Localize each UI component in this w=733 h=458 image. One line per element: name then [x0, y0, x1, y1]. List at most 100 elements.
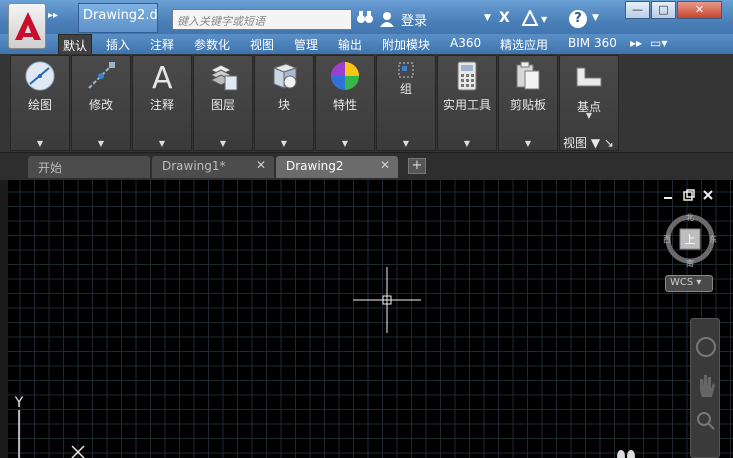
ribbon-group-label: 特性 — [332, 98, 357, 112]
draw-icon — [25, 61, 55, 91]
chevron-down-icon[interactable]: ▼ — [72, 139, 130, 148]
exchange-apps-icon[interactable]: X — [499, 10, 510, 26]
ucs-y-label: Y — [14, 395, 24, 411]
ribbon-group-block[interactable]: 块 ▼ — [254, 55, 314, 151]
more-tabs-icon[interactable]: ▸▸ — [626, 34, 646, 54]
quick-access-expand-icon[interactable]: ▸▸ — [48, 10, 58, 21]
chevron-down-icon[interactable]: ▼ — [194, 139, 252, 148]
clipboard-icon — [516, 61, 540, 90]
document-title: Drawing2.d... — [78, 3, 158, 33]
ucs-icon: Y — [14, 395, 85, 458]
compass-north-label: 北 — [686, 213, 694, 222]
help-dropdown-icon[interactable]: ▼ — [592, 13, 599, 23]
chevron-down-icon[interactable]: ▼ — [377, 139, 435, 148]
ribbon-group-label: 图层 — [210, 98, 235, 112]
doc-tab-label: 开始 — [38, 161, 63, 175]
tab-a360[interactable]: A360 — [446, 34, 485, 54]
tab-addins[interactable]: 附加模块 — [378, 34, 434, 54]
block-icon — [272, 63, 298, 89]
application-menu-button[interactable] — [8, 3, 46, 49]
tab-output[interactable]: 输出 — [334, 34, 366, 54]
navigation-bar — [690, 318, 720, 458]
status-grip-icon — [617, 450, 635, 458]
canvas-border — [0, 180, 8, 458]
ribbon-group-group[interactable]: 组 ▼ — [376, 55, 436, 151]
svg-text:▼: ▼ — [541, 15, 548, 24]
ribbon-group-label: 修改 — [88, 98, 113, 112]
pan-hand-icon[interactable] — [700, 375, 715, 397]
help-icon[interactable]: ? — [569, 10, 587, 28]
wcs-label: WCS — [670, 277, 694, 288]
compass-east-label: 东 — [709, 234, 717, 244]
autocad-logo-icon — [15, 12, 41, 40]
chevron-down-icon[interactable]: ▼ — [499, 139, 557, 148]
close-icon[interactable]: ✕ — [256, 158, 266, 172]
tab-default[interactable]: 默认 — [58, 34, 93, 54]
chevron-down-icon[interactable]: ▼ — [11, 139, 69, 148]
viewcube-top-label: 上 — [685, 233, 696, 246]
tab-manage[interactable]: 管理 — [290, 34, 322, 54]
ribbon-group-clipboard[interactable]: 剪贴板 ▼ — [498, 55, 558, 151]
user-icon — [380, 11, 394, 27]
doc-tab-drawing2[interactable]: Drawing2 ✕ — [276, 156, 398, 178]
chevron-down-icon[interactable]: ▼ — [255, 139, 313, 148]
chevron-down-icon[interactable]: ▼ — [133, 139, 191, 148]
viewport-close-icon[interactable] — [703, 190, 713, 200]
ribbon-group-label: 块 — [277, 98, 290, 112]
close-button[interactable]: ✕ — [677, 1, 722, 19]
ribbon-group-label: 剪贴板 — [509, 98, 546, 112]
tab-featured-apps[interactable]: 精选应用 — [496, 34, 552, 54]
tab-insert[interactable]: 插入 — [102, 34, 134, 54]
search-input[interactable]: 键入关键字或短语 — [172, 9, 352, 30]
compass-south-label: 南 — [686, 258, 694, 268]
doc-tab-label: Drawing1* — [162, 159, 226, 173]
ribbon-group-draw[interactable]: 绘图 ▼ — [10, 55, 70, 151]
ribbon-group-properties[interactable]: 特性 ▼ — [315, 55, 375, 151]
a360-icon[interactable]: ▼ — [521, 8, 550, 30]
chevron-down-icon[interactable]: ▼ — [316, 139, 374, 148]
group-icon — [398, 62, 414, 78]
viewcube[interactable]: 上 北 南 西 东 — [662, 208, 722, 270]
doc-tab-start[interactable]: 开始 — [28, 156, 150, 178]
ribbon-group-label: 组 — [399, 82, 412, 96]
ribbon-group-utilities[interactable]: 实用工具 ▼ — [437, 55, 497, 151]
svg-text:A: A — [152, 61, 173, 92]
view-group-label-text: 视图 — [563, 136, 588, 150]
chevron-down-icon[interactable]: ▼ — [560, 111, 618, 120]
minimize-button[interactable]: — — [625, 1, 650, 19]
calculator-icon — [457, 61, 477, 91]
ribbon-group-label: 注释 — [149, 98, 174, 112]
binoculars-icon[interactable] — [354, 9, 376, 30]
tab-parametric[interactable]: 参数化 — [190, 34, 234, 54]
close-icon[interactable]: ✕ — [380, 158, 390, 172]
ribbon-group-label: 绘图 — [27, 98, 52, 112]
compass-west-label: 西 — [663, 235, 671, 244]
properties-icon — [331, 62, 359, 90]
steering-wheel-icon[interactable] — [696, 337, 716, 357]
layers-icon — [209, 64, 238, 91]
tab-bim360[interactable]: BIM 360 — [564, 34, 621, 54]
ribbon-minimize-icon[interactable]: ▭▾ — [646, 34, 671, 54]
ribbon-group-annotation[interactable]: A 注释 ▼ — [132, 55, 192, 151]
base-point-icon — [576, 67, 602, 87]
view-group-label[interactable]: 视图 ▼ ↘ — [563, 134, 614, 151]
tab-view[interactable]: 视图 — [246, 34, 278, 54]
login-dropdown-icon[interactable]: ▼ — [484, 13, 491, 23]
login-button[interactable]: 登录 — [401, 10, 427, 29]
ribbon-group-modify[interactable]: 修改 ▼ — [71, 55, 131, 151]
crosshair-cursor — [353, 267, 421, 333]
viewport-restore-icon[interactable] — [683, 189, 695, 201]
wcs-menu[interactable]: WCS ▾ — [665, 275, 713, 292]
chevron-down-icon[interactable]: ▼ — [438, 139, 496, 148]
viewport-controls — [664, 189, 713, 201]
doc-tab-label: Drawing2 — [286, 159, 344, 173]
viewport-minimize-icon[interactable] — [664, 197, 672, 199]
ribbon-group-label: 实用工具 — [442, 98, 491, 112]
maximize-button[interactable]: □ — [651, 1, 676, 19]
tab-annotate[interactable]: 注释 — [146, 34, 178, 54]
ribbon-group-layers[interactable]: 图层 ▼ — [193, 55, 253, 151]
new-tab-button[interactable]: + — [408, 158, 426, 174]
modify-icon — [88, 62, 115, 89]
doc-tab-drawing1[interactable]: Drawing1* ✕ — [152, 156, 274, 178]
annotation-icon: A — [152, 61, 173, 92]
